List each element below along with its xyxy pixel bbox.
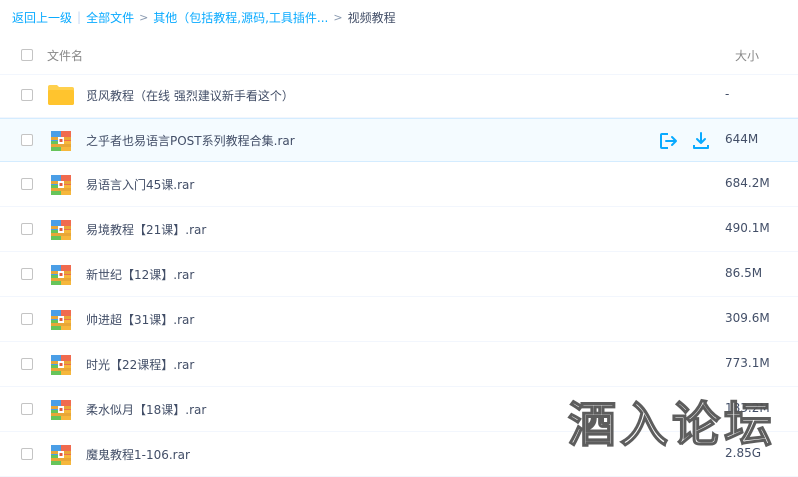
breadcrumb: 返回上一级 | 全部文件 > 其他（包括教程,源码,工具插件... > 视频教程 (12, 9, 396, 25)
file-name[interactable]: 觅风教程（在线 强烈建议新手看这个） (86, 87, 294, 104)
download-icon[interactable] (691, 131, 711, 151)
column-header-size[interactable]: 大小 (735, 47, 759, 64)
rar-archive-icon (51, 175, 71, 195)
rar-archive-icon (51, 400, 71, 420)
rar-archive-icon (51, 445, 71, 465)
file-size: 490.1M (725, 221, 770, 235)
file-name[interactable]: 魔鬼教程1-106.rar (86, 446, 190, 463)
file-row[interactable]: 帅进超【31课】.rar 309.6M (0, 298, 798, 342)
breadcrumb-separator: | (77, 10, 82, 24)
back-link[interactable]: 返回上一级 (12, 9, 72, 26)
column-header-name[interactable]: 文件名 (47, 47, 83, 64)
file-name[interactable]: 之乎者也易语言POST系列教程合集.rar (86, 132, 295, 149)
share-icon[interactable] (659, 131, 679, 151)
rar-archive-icon (51, 265, 71, 285)
folder-icon (48, 85, 74, 105)
rar-archive-icon (51, 220, 71, 240)
file-row[interactable]: 新世纪【12课】.rar 86.5M (0, 253, 798, 297)
file-size: 644M (725, 132, 759, 146)
row-checkbox[interactable] (21, 448, 33, 460)
file-name[interactable]: 易语言入门45课.rar (86, 176, 194, 193)
row-checkbox[interactable] (21, 358, 33, 370)
file-list-header: 文件名 大小 (0, 36, 798, 75)
row-checkbox[interactable] (21, 223, 33, 235)
watermark: 酒入论坛 (567, 396, 777, 454)
row-checkbox[interactable] (21, 403, 33, 415)
row-checkbox[interactable] (21, 134, 33, 146)
select-all-checkbox[interactable] (21, 49, 33, 61)
row-checkbox[interactable] (21, 268, 33, 280)
rar-archive-icon (51, 131, 71, 151)
file-size: 684.2M (725, 176, 770, 190)
file-name[interactable]: 柔水似月【18课】.rar (86, 401, 206, 418)
file-row[interactable]: 时光【22课程】.rar 773.1M (0, 343, 798, 387)
file-row[interactable]: 易境教程【21课】.rar 490.1M (0, 208, 798, 252)
file-row[interactable]: 易语言入门45课.rar 684.2M (0, 163, 798, 207)
file-size: 309.6M (725, 311, 770, 325)
breadcrumb-all-files[interactable]: 全部文件 (86, 9, 134, 26)
breadcrumb-arrow: > (139, 10, 149, 24)
file-size: 773.1M (725, 356, 770, 370)
row-checkbox[interactable] (21, 178, 33, 190)
row-checkbox[interactable] (21, 89, 33, 101)
file-name[interactable]: 新世纪【12课】.rar (86, 266, 194, 283)
file-name[interactable]: 时光【22课程】.rar (86, 356, 194, 373)
breadcrumb-arrow: > (333, 10, 343, 24)
breadcrumb-others[interactable]: 其他（包括教程,源码,工具插件... (153, 9, 328, 26)
file-name[interactable]: 帅进超【31课】.rar (86, 311, 194, 328)
file-row[interactable]: 觅风教程（在线 强烈建议新手看这个） - (0, 74, 798, 118)
rar-archive-icon (51, 310, 71, 330)
file-name[interactable]: 易境教程【21课】.rar (86, 221, 206, 238)
breadcrumb-current: 视频教程 (347, 10, 396, 25)
rar-archive-icon (51, 355, 71, 375)
file-size: 86.5M (725, 266, 763, 280)
row-checkbox[interactable] (21, 313, 33, 325)
file-size: - (725, 87, 730, 101)
file-row[interactable]: 之乎者也易语言POST系列教程合集.rar 644M (0, 118, 798, 162)
